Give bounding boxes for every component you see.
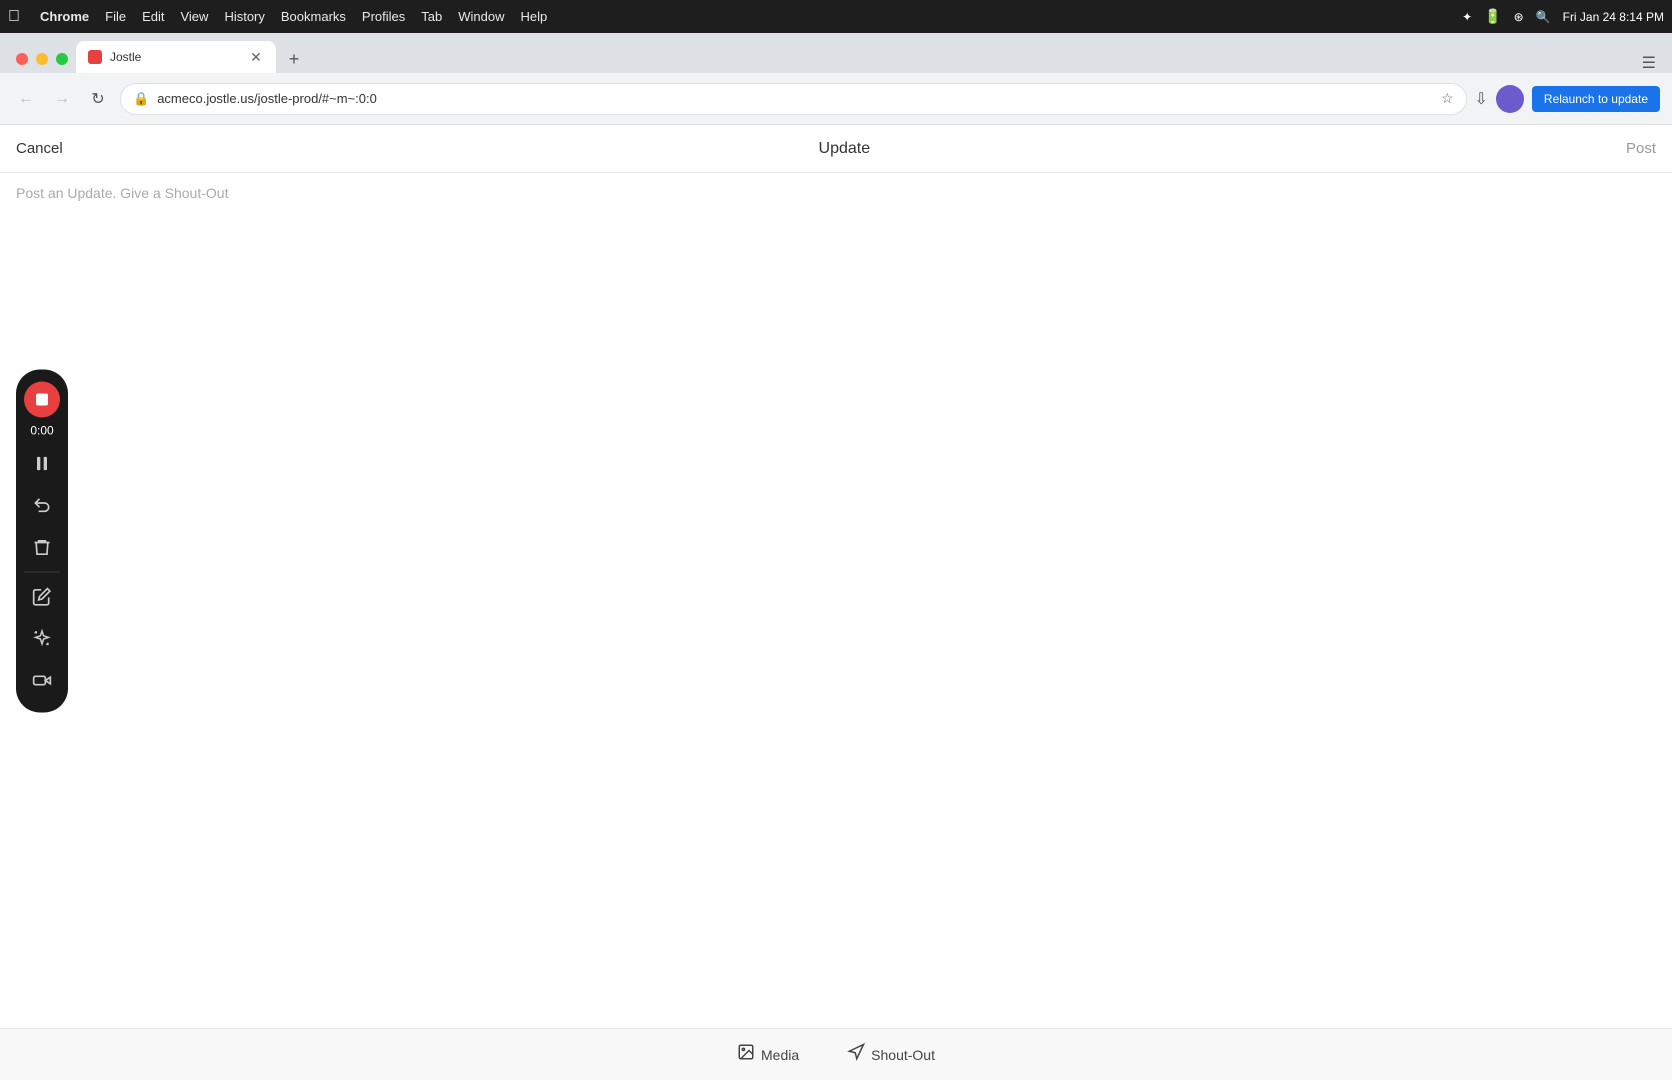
address-bar[interactable]: 🔒 acmeco.jostle.us/jostle-prod/#~m~:0:0 … [120, 83, 1467, 115]
maximize-window-btn[interactable] [56, 53, 68, 65]
edit-button[interactable] [22, 576, 62, 616]
menubar-bookmarks[interactable]: Bookmarks [281, 9, 346, 24]
undo-button[interactable] [22, 485, 62, 525]
delete-button[interactable] [22, 527, 62, 567]
close-window-btn[interactable] [16, 53, 28, 65]
battery-icon: 🔋 [1484, 8, 1501, 25]
menubar-time: Fri Jan 24 8:14 PM [1563, 10, 1664, 24]
post-button[interactable]: Post [1626, 140, 1656, 157]
menubar-view[interactable]: View [180, 9, 208, 24]
back-button[interactable]: ← [12, 85, 40, 113]
shoutout-icon [847, 1043, 865, 1066]
relaunch-button[interactable]: Relaunch to update [1532, 86, 1660, 112]
apple-logo:  [8, 8, 20, 26]
active-tab[interactable]: Jostle ✕ [76, 41, 276, 73]
effects-button[interactable] [22, 618, 62, 658]
pause-button[interactable] [22, 443, 62, 483]
wifi-icon: ⊛ [1514, 10, 1524, 24]
tab-title: Jostle [110, 50, 141, 64]
shoutout-button[interactable]: Shout-Out [835, 1037, 947, 1072]
bookmark-icon[interactable]: ☆ [1441, 90, 1454, 107]
floating-toolbar: 0:00 [16, 369, 68, 712]
lock-icon: 🔒 [133, 91, 149, 107]
tabbar: Jostle ✕ + ☰ [0, 33, 1672, 73]
profile-button[interactable] [1496, 85, 1524, 113]
toolbar-divider [24, 571, 60, 572]
menubar-help[interactable]: Help [521, 9, 548, 24]
menubar-history[interactable]: History [224, 9, 264, 24]
menubar-file[interactable]: File [105, 9, 126, 24]
content-area[interactable]: Post an Update. Give a Shout-Out 0:00 [0, 173, 1672, 1028]
forward-button[interactable]: → [48, 85, 76, 113]
minimize-window-btn[interactable] [36, 53, 48, 65]
shoutout-label: Shout-Out [871, 1047, 935, 1063]
menubar-profiles[interactable]: Profiles [362, 9, 405, 24]
app-header: Cancel Update Post [0, 125, 1672, 173]
record-icon [36, 393, 48, 405]
new-tab-button[interactable]: + [280, 45, 308, 73]
menubar-tab[interactable]: Tab [421, 9, 442, 24]
cancel-button[interactable]: Cancel [16, 140, 63, 157]
app-container: Cancel Update Post Post an Update. Give … [0, 125, 1672, 1080]
window-controls [8, 45, 76, 73]
search-icon: 🔍 [1536, 10, 1551, 24]
record-button[interactable] [24, 381, 60, 417]
downloads-icon[interactable]: ⇩ [1475, 89, 1488, 109]
tab-bar-menu[interactable]: ☰ [1642, 53, 1656, 73]
page-title: Update [819, 140, 871, 158]
menubar-edit[interactable]: Edit [142, 9, 164, 24]
menubar-window[interactable]: Window [458, 9, 504, 24]
menubar-chrome[interactable]: Chrome [40, 9, 89, 24]
system-icon-brightness: ✦ [1462, 10, 1472, 24]
video-button[interactable] [22, 660, 62, 700]
bottom-bar: Media Shout-Out [0, 1028, 1672, 1080]
recording-timer: 0:00 [30, 421, 53, 441]
content-placeholder: Post an Update. Give a Shout-Out [16, 185, 228, 201]
menubar:  Chrome File Edit View History Bookmark… [0, 0, 1672, 33]
media-label: Media [761, 1047, 799, 1063]
tab-close-btn[interactable]: ✕ [248, 49, 264, 65]
media-button[interactable]: Media [725, 1037, 811, 1072]
media-icon [737, 1043, 755, 1066]
addressbar: ← → ↻ 🔒 acmeco.jostle.us/jostle-prod/#~m… [0, 73, 1672, 125]
tab-favicon [88, 50, 102, 64]
url-text[interactable]: acmeco.jostle.us/jostle-prod/#~m~:0:0 [157, 91, 1433, 106]
reload-button[interactable]: ↻ [84, 85, 112, 113]
